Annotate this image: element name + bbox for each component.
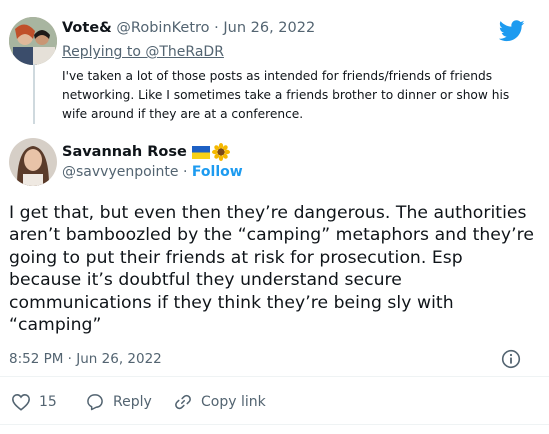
reply-label: Reply bbox=[113, 394, 152, 410]
heart-icon bbox=[11, 393, 31, 411]
copy-link-label: Copy link bbox=[201, 394, 266, 410]
main-tweet-text: I get that, but even then they’re danger… bbox=[9, 203, 535, 336]
replying-to-link[interactable]: Replying to @TheRaDR bbox=[62, 44, 224, 60]
main-handle[interactable]: @savvyenpointe bbox=[62, 164, 179, 180]
avatar-savvyenpointe[interactable] bbox=[9, 138, 57, 186]
flag-ua-icon bbox=[191, 145, 210, 159]
like-button[interactable]: 15 bbox=[11, 390, 57, 414]
reply-display-name[interactable]: Vote& bbox=[62, 20, 112, 36]
divider bbox=[0, 376, 549, 377]
info-icon[interactable] bbox=[501, 349, 521, 369]
main-tweet-author: Savannah Rose bbox=[62, 143, 230, 161]
bottom-divider bbox=[0, 424, 549, 425]
reply-handle[interactable]: @RobinKetro bbox=[116, 20, 209, 36]
sunflower-icon bbox=[211, 143, 230, 161]
twitter-logo-icon[interactable] bbox=[499, 20, 525, 42]
link-icon bbox=[173, 392, 193, 412]
reply-icon bbox=[85, 392, 105, 412]
tweet-timestamp[interactable]: 8:52 PM · Jun 26, 2022 bbox=[9, 351, 162, 367]
main-display-name[interactable]: Savannah Rose bbox=[62, 144, 187, 160]
like-count: 15 bbox=[39, 394, 57, 410]
display-name-emojis bbox=[191, 143, 230, 161]
main-tweet-handle-row: @savvyenpointe · Follow bbox=[62, 164, 243, 180]
reply-tweet-text: I've taken a lot of those posts as inten… bbox=[62, 69, 510, 121]
copy-link-button[interactable]: Copy link bbox=[173, 390, 266, 414]
reply-tweet-header: Vote& @RobinKetro · Jun 26, 2022 bbox=[62, 20, 315, 36]
handle-separator: · bbox=[183, 164, 188, 180]
reply-date[interactable]: Jun 26, 2022 bbox=[223, 20, 315, 36]
reply-button[interactable]: Reply bbox=[85, 390, 152, 414]
follow-button[interactable]: Follow bbox=[192, 164, 243, 180]
thread-connector bbox=[33, 64, 35, 124]
reply-separator: · bbox=[214, 20, 219, 36]
avatar-robinketro[interactable] bbox=[9, 17, 57, 65]
